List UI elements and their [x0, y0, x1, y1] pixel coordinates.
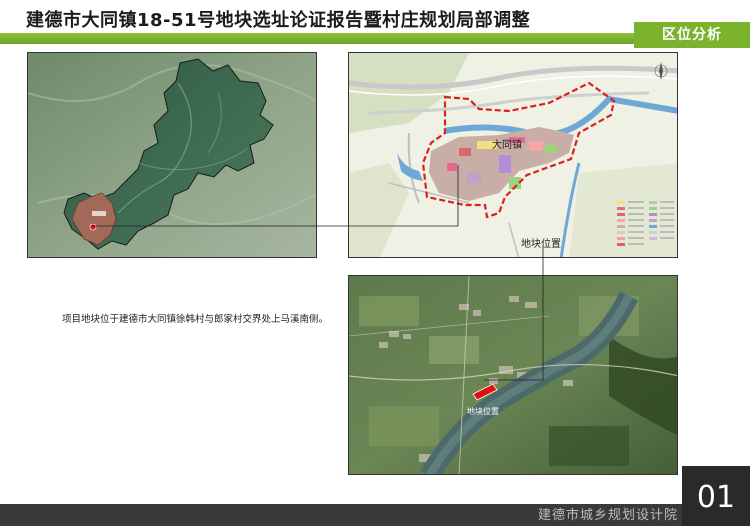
project-description: 项目地块位于建德市大同镇徐韩村与郎家村交界处上马溪南侧。	[62, 314, 329, 325]
page-number: 01	[682, 466, 750, 526]
leader-lines	[92, 165, 544, 381]
footer-organization: 建德市城乡规划设计院	[537, 508, 678, 523]
